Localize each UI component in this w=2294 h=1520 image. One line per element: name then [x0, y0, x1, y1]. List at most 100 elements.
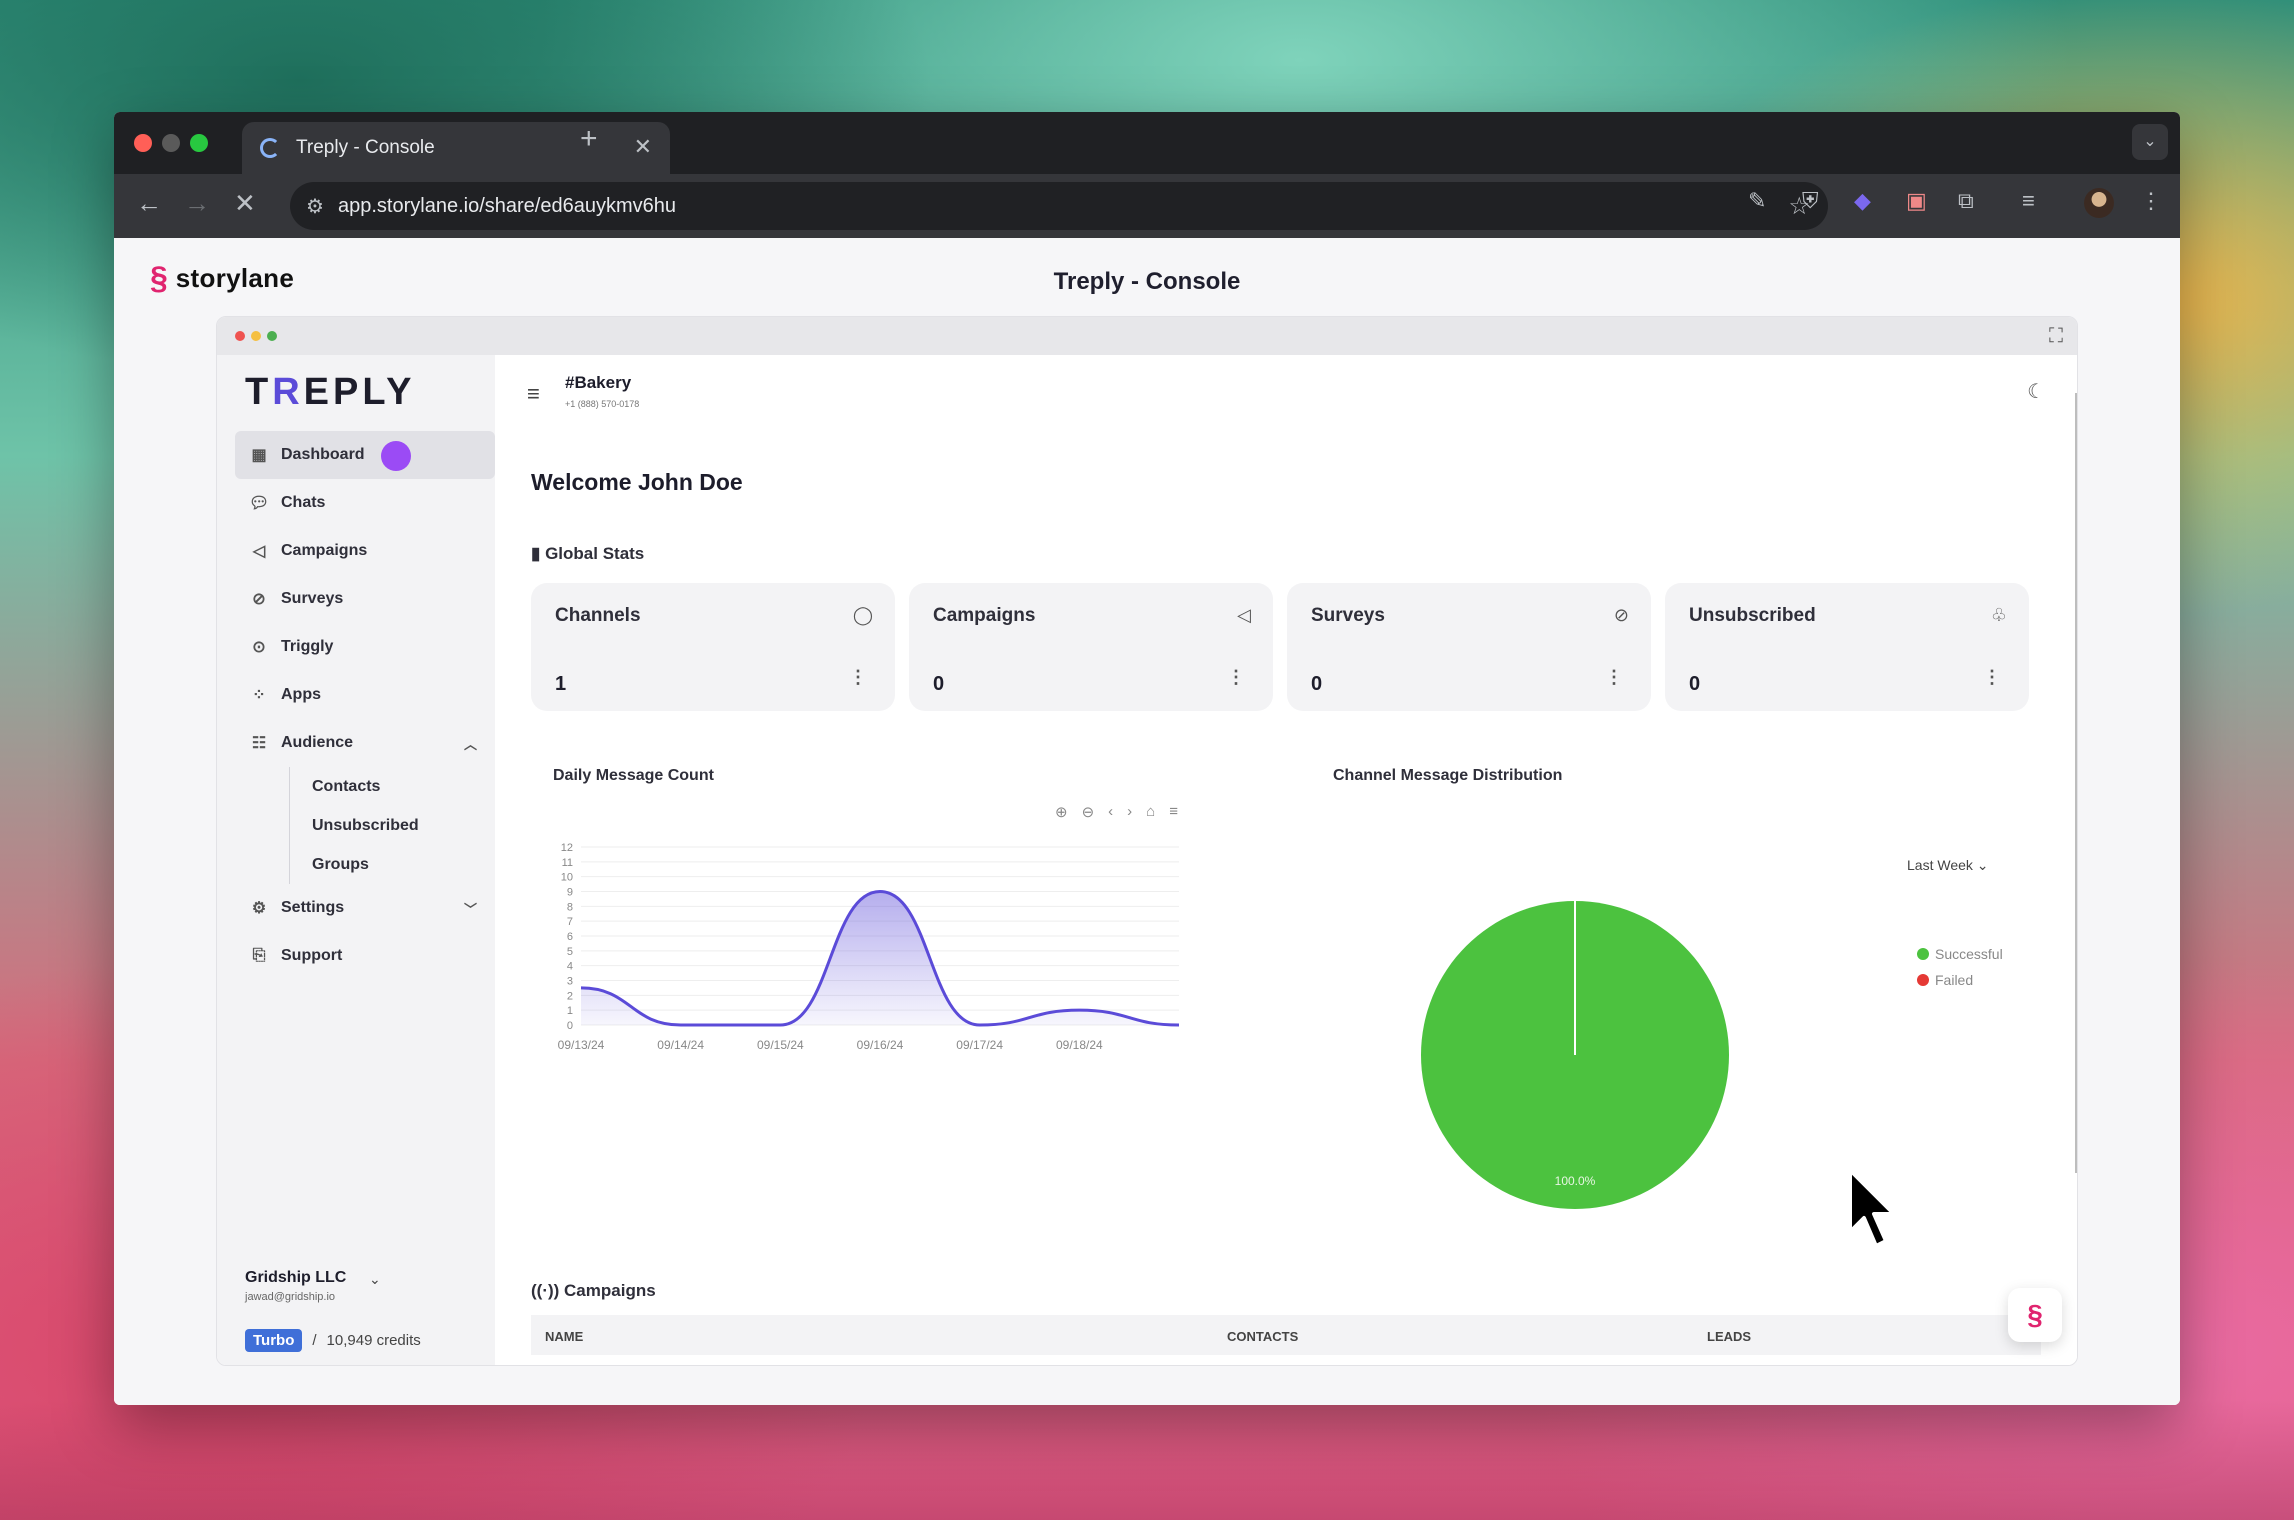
hamburger-menu-icon[interactable]: ≡	[527, 381, 540, 407]
sidebar-item-label: Support	[281, 947, 343, 964]
stat-value: 0	[933, 673, 945, 695]
megaphone-icon: ◁	[252, 543, 266, 560]
stat-label: Campaigns	[933, 605, 1036, 626]
zoom-in-icon[interactable]: ⊕	[1055, 803, 1068, 821]
browser-toolbar: ← → ✕ ⚙ app.storylane.io/share/ed6auykmv…	[114, 174, 2180, 238]
reset-home-icon[interactable]: ⌂	[1146, 803, 1155, 821]
sidebar-item-settings[interactable]: ⚙ Settings ﹀	[235, 884, 495, 932]
main-scrollbar[interactable]	[2075, 393, 2077, 1173]
chat-bubble-icon: ◯	[852, 605, 873, 625]
demo-title: Treply - Console	[1053, 268, 1241, 295]
close-window-button[interactable]	[134, 134, 152, 152]
stat-card-surveys[interactable]: Surveys ⊘ 0 ⋮	[1287, 583, 1651, 711]
fullscreen-icon[interactable]: ⛶	[2049, 325, 2063, 348]
sidebar-subitem-contacts[interactable]: Contacts	[290, 767, 495, 806]
back-icon[interactable]: ←	[136, 190, 162, 216]
sidebar-item-audience[interactable]: ☷ Audience ︿	[235, 719, 495, 767]
pan-left-icon[interactable]: ‹	[1108, 803, 1113, 821]
tab-title: Treply - Console	[296, 137, 435, 158]
eyedropper-extension-icon[interactable]: ✎	[1748, 190, 1766, 212]
more-options-icon[interactable]: ⋮	[1227, 667, 1245, 688]
more-options-icon[interactable]: ⋮	[1605, 667, 1623, 688]
browser-tab[interactable]: Treply - Console ✕	[242, 122, 670, 174]
column-header-contacts[interactable]: CONTACTS	[1227, 1329, 1298, 1344]
profile-avatar[interactable]	[2084, 188, 2114, 218]
chart-menu-icon[interactable]: ≡	[1169, 803, 1178, 821]
trigger-icon: ⊙	[252, 639, 266, 656]
stat-label: Surveys	[1311, 605, 1385, 626]
demo-frame: ⛶ TREPLY ▦ Dashboard 💬︎ Chats ◁ Campaign…	[216, 316, 2078, 1366]
channel-distribution-pie: 100.0%	[1421, 901, 1729, 1209]
zoom-out-icon[interactable]: ⊖	[1082, 803, 1095, 821]
x-tick-label: 09/13/24	[558, 1038, 605, 1052]
extensions-puzzle-icon[interactable]: ⧉	[1958, 190, 1974, 212]
more-options-icon[interactable]: ⋮	[1983, 667, 2001, 688]
sidebar-item-chats[interactable]: 💬︎ Chats	[235, 479, 495, 527]
x-tick-label: 09/15/24	[757, 1038, 804, 1052]
range-select[interactable]: Last Week ⌄	[1907, 857, 1989, 874]
sidebar-subitem-groups[interactable]: Groups	[290, 845, 495, 884]
account-switcher[interactable]: Gridship LLC jawad@gridship.io ⌄	[245, 1269, 381, 1303]
maximize-window-button[interactable]	[190, 134, 208, 152]
storylane-widget-button[interactable]: §	[2008, 1288, 2062, 1342]
sidebar-item-support[interactable]: ⎘ Support	[235, 932, 495, 980]
series-area	[581, 891, 1179, 1025]
treply-logo[interactable]: TREPLY	[245, 371, 415, 414]
legend-item-failed[interactable]: Failed	[1917, 967, 2003, 993]
column-header-leads[interactable]: LEADS	[1707, 1329, 1751, 1344]
site-settings-icon[interactable]: ⚙	[306, 194, 324, 219]
stop-loading-icon[interactable]: ✕	[234, 190, 256, 216]
dashboard-icon: ▦	[251, 447, 267, 464]
sidebar-subitem-unsubscribed[interactable]: Unsubscribed	[290, 806, 495, 845]
plan-badge: Turbo	[245, 1329, 303, 1352]
tab-close-icon[interactable]: ✕	[634, 134, 652, 160]
tab-search-button[interactable]: ⌄	[2132, 124, 2168, 160]
browser-menu-icon[interactable]: ⋮	[2140, 190, 2162, 212]
logo-suffix: EPLY	[303, 371, 416, 413]
forward-icon[interactable]: →	[184, 190, 210, 216]
y-tick-label: 5	[567, 946, 573, 958]
shield-extension-icon[interactable]: ⛨	[1802, 190, 1819, 212]
pan-right-icon[interactable]: ›	[1127, 803, 1132, 821]
stat-card-campaigns[interactable]: Campaigns ◁ 0 ⋮	[909, 583, 1273, 711]
range-select-value: Last Week	[1907, 857, 1973, 873]
url-text[interactable]: app.storylane.io/share/ed6auykmv6hu	[338, 195, 676, 218]
x-tick-label: 09/17/24	[956, 1038, 1003, 1052]
stat-card-unsubscribed[interactable]: Unsubscribed ♧ 0 ⋮	[1665, 583, 2029, 711]
legend-label: Failed	[1935, 972, 1974, 988]
sidebar-item-campaigns[interactable]: ◁ Campaigns	[235, 527, 495, 575]
reading-list-icon[interactable]: ≡	[2022, 190, 2035, 212]
daily-message-chart: 012345678910111209/13/24 09/14/24 09/15/24…	[558, 842, 1180, 1052]
stat-card-channels[interactable]: Channels ◯ 1 ⋮	[531, 583, 895, 711]
sidebar-item-dashboard[interactable]: ▦ Dashboard	[235, 431, 495, 479]
sidebar-item-triggly[interactable]: ⊙ Triggly	[235, 623, 495, 671]
stat-value: 0	[1689, 673, 1701, 695]
sidebar-item-label: Triggly	[281, 638, 334, 655]
minimize-window-button[interactable]	[162, 134, 180, 152]
broadcast-icon: ((·))	[531, 1281, 565, 1300]
chevron-down-icon[interactable]: ﹀	[464, 899, 477, 918]
chevron-down-icon[interactable]: ⌄	[369, 1271, 381, 1288]
legend-item-successful[interactable]: Successful	[1917, 941, 2003, 967]
new-tab-button[interactable]: +	[580, 124, 598, 154]
sidebar-item-label: Chats	[281, 494, 326, 511]
sidebar-item-surveys[interactable]: ⊘ Surveys	[235, 575, 495, 623]
credits-info: Turbo / 10,949 credits	[245, 1329, 421, 1352]
credits-count: 10,949 credits	[326, 1332, 421, 1349]
stat-label: Channels	[555, 605, 641, 626]
column-header-name[interactable]: NAME	[545, 1329, 583, 1344]
legend-swatch-failed	[1917, 974, 1929, 986]
more-options-icon[interactable]: ⋮	[849, 667, 867, 688]
sidebar-item-apps[interactable]: ⁘ Apps	[235, 671, 495, 719]
pdf-extension-icon[interactable]: ▣	[1906, 190, 1927, 212]
y-tick-label: 6	[567, 931, 573, 943]
chevron-up-icon[interactable]: ︿	[464, 734, 477, 753]
company-name: Gridship LLC	[245, 1269, 347, 1286]
click-hotspot-indicator[interactable]	[381, 441, 411, 471]
extension-with-badge-icon[interactable]: ◆	[1854, 190, 1871, 212]
address-bar[interactable]: ⚙ app.storylane.io/share/ed6auykmv6hu ☆	[290, 182, 1828, 230]
sidebar-item-label: Settings	[281, 899, 345, 916]
account-email: jawad@gridship.io	[245, 1291, 336, 1303]
dashboard-main: ≡ #Bakery +1 (888) 570-0178 ☾ Welcome Jo…	[495, 355, 2077, 1365]
dark-mode-moon-icon[interactable]: ☾	[2027, 379, 2045, 404]
